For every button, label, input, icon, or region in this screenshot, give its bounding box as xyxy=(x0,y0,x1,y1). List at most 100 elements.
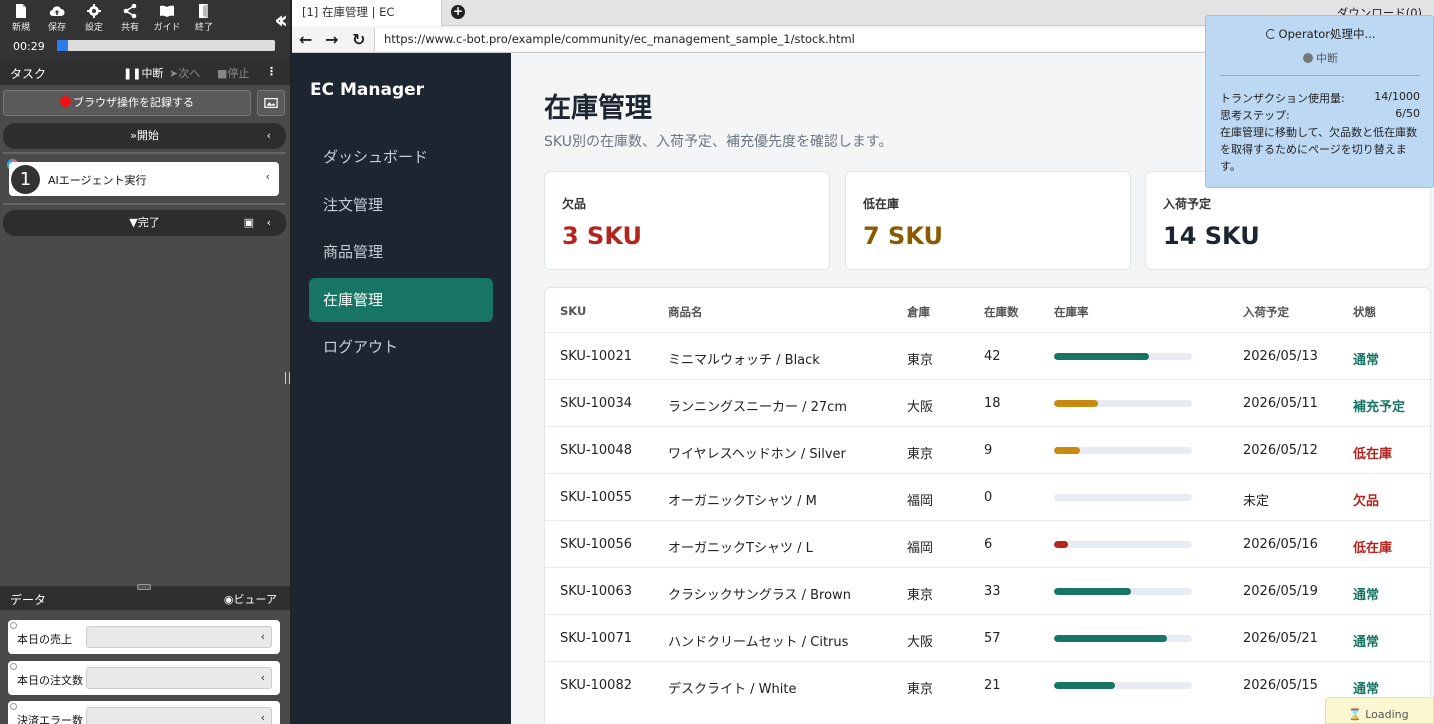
cell-wh: 東京 xyxy=(907,447,934,462)
stock-rate-fill xyxy=(1054,541,1068,548)
chevron-left-icon[interactable]: ‹ xyxy=(267,123,271,149)
back-icon[interactable]: ← xyxy=(299,30,312,49)
stop-icon: ■ xyxy=(217,67,228,80)
column-header[interactable]: 入荷予定 xyxy=(1243,304,1289,320)
table-row[interactable]: SKU-10056 オーガニックTシャツ / L 福岡 6 2026/05/16 低在庫 xyxy=(545,520,1430,567)
collapse-panel-icon[interactable]: ‹‹ xyxy=(274,6,288,34)
image-button[interactable] xyxy=(257,90,285,116)
stock-rate-bar xyxy=(1054,447,1192,454)
door-icon xyxy=(199,4,208,18)
browser-tab[interactable]: [1] 在庫管理 | EC Manager xyxy=(292,0,442,43)
book-icon xyxy=(160,5,174,17)
next-icon: ➤ xyxy=(169,67,179,80)
stop-button[interactable]: ■停止 xyxy=(217,65,249,81)
status-badge: 欠品 xyxy=(1353,494,1380,509)
data-value-field[interactable]: ‹ xyxy=(86,707,272,724)
settings-button[interactable]: 設定 xyxy=(77,3,111,33)
cell-eta: 未定 xyxy=(1243,494,1270,509)
column-header[interactable]: 商品名 xyxy=(668,304,703,320)
chevron-left-icon[interactable]: ‹ xyxy=(267,210,271,236)
table-row[interactable]: SKU-10082 デスクライト / White 東京 21 2026/05/15 通常 xyxy=(545,661,1430,708)
end-node[interactable]: ▼完了 ▣ ‹ xyxy=(3,210,286,236)
chevron-left-icon[interactable]: ‹ xyxy=(261,711,265,724)
cell-name: デスクライト / White xyxy=(668,682,797,697)
column-header[interactable]: 状態 xyxy=(1353,304,1376,320)
pin-icon xyxy=(10,703,17,710)
next-button[interactable]: ➤次へ xyxy=(169,65,200,81)
share-button[interactable]: 共有 xyxy=(113,3,147,33)
status-badge: 低在庫 xyxy=(1353,447,1393,462)
column-header[interactable]: 在庫率 xyxy=(1054,304,1089,320)
chevron-left-icon[interactable]: ‹ xyxy=(261,630,265,643)
run-progress-fill xyxy=(57,40,68,51)
loading-spinner-icon: ⌛ xyxy=(1348,708,1362,721)
table-row[interactable]: SKU-10034 ランニングスニーカー / 27cm 大阪 18 2026/05/11… xyxy=(545,379,1430,426)
stock-rate-bar xyxy=(1054,400,1192,407)
nav-dashboard[interactable]: ダッシュボード xyxy=(309,135,493,179)
cell-qty: 6 xyxy=(984,537,993,552)
stop-icon xyxy=(1303,53,1313,63)
stock-rate-fill xyxy=(1054,447,1081,454)
table-row[interactable]: SKU-10021 ミニマルウォッチ / Black 東京 42 2026/05/13 通… xyxy=(545,332,1430,379)
nav-logout[interactable]: ログアウト xyxy=(309,325,493,369)
save-button[interactable]: 保存 xyxy=(40,3,74,33)
table-row[interactable]: SKU-10048 ワイヤレスヘッドホン / Silver 東京 9 2026/05/1… xyxy=(545,426,1430,473)
forward-icon[interactable]: → xyxy=(325,30,338,49)
cell-name: オーガニックTシャツ / L xyxy=(668,541,813,556)
table-row[interactable]: SKU-10063 クラシックサングラス / Brown 東京 33 2026/05/1… xyxy=(545,567,1430,614)
new-tab-icon[interactable]: + xyxy=(451,5,465,19)
reload-icon[interactable]: ↻ xyxy=(352,30,365,49)
cell-wh: 大阪 xyxy=(907,400,934,415)
cell-wh: 東京 xyxy=(907,588,934,603)
table-row[interactable]: SKU-10055 オーガニックTシャツ / M 福岡 0 未定 欠品 xyxy=(545,473,1430,520)
table-row[interactable]: SKU-10071 ハンドクリームセット / Citrus 大阪 57 2026/05/… xyxy=(545,614,1430,661)
cell-eta: 2026/05/11 xyxy=(1243,396,1318,411)
share-icon xyxy=(123,3,137,19)
cell-name: ハンドクリームセット / Citrus xyxy=(668,635,849,650)
resize-grip[interactable] xyxy=(137,584,151,590)
data-value-field[interactable]: ‹ xyxy=(86,626,272,648)
viewer-button[interactable]: ◉ビューア xyxy=(224,591,277,607)
transaction-usage: トランザクション使用量: 14/1000 xyxy=(1220,90,1420,105)
column-header[interactable]: 在庫数 xyxy=(984,304,1019,320)
nav-inventory[interactable]: 在庫管理 xyxy=(309,278,493,322)
start-node[interactable]: »開始 ‹ xyxy=(3,123,286,149)
operator-panel: 新規 保存 設定 共有 ガイド 終了 ‹‹ 00:29 タスク ❚❚中断 ➤次へ… xyxy=(0,0,290,724)
cell-eta: 2026/05/15 xyxy=(1243,678,1318,693)
cell-qty: 57 xyxy=(984,631,1001,646)
pause-button[interactable]: ❚❚中断 xyxy=(123,65,163,81)
elapsed-timer: 00:29 xyxy=(13,40,45,53)
record-browser-button[interactable]: ブラウザ操作を記録する xyxy=(3,90,251,116)
cell-wh: 福岡 xyxy=(907,541,934,556)
data-value-field[interactable]: ‹ xyxy=(86,667,272,689)
guide-button[interactable]: ガイド xyxy=(150,3,184,33)
data-item[interactable]: 本日の注文数 ‹ xyxy=(8,661,280,695)
stat-value: 3 SKU xyxy=(562,222,643,250)
cell-sku: SKU-10021 xyxy=(560,349,632,364)
nav-orders[interactable]: 注文管理 xyxy=(309,183,493,227)
exit-button[interactable]: 終了 xyxy=(187,3,221,33)
record-dot-icon xyxy=(60,96,71,107)
operator-stop-button[interactable]: 中断 xyxy=(1206,50,1434,66)
new-button[interactable]: 新規 xyxy=(4,3,38,33)
nav-products[interactable]: 商品管理 xyxy=(309,230,493,274)
chevron-left-icon[interactable]: ‹ xyxy=(261,671,265,684)
more-menu-icon[interactable]: ⋮ xyxy=(266,65,277,78)
data-item[interactable]: 本日の売上 ‹ xyxy=(8,620,280,654)
cloud-upload-icon xyxy=(49,6,65,17)
cell-name: ランニングスニーカー / 27cm xyxy=(668,400,847,415)
data-header: データ ◉ビューア xyxy=(0,584,290,610)
stock-rate-fill xyxy=(1054,588,1132,595)
stat-value: 7 SKU xyxy=(863,222,944,250)
column-header[interactable]: 倉庫 xyxy=(907,304,930,320)
spinner-icon xyxy=(1265,29,1276,39)
data-item[interactable]: 決済エラー数 ‹ xyxy=(8,701,280,724)
page-subtitle: SKU別の在庫数、入荷予定、補充優先度を確認します。 xyxy=(544,134,893,150)
stock-rate-bar xyxy=(1054,682,1192,689)
camera-icon[interactable]: ▣ xyxy=(244,210,254,236)
cell-qty: 9 xyxy=(984,443,993,458)
step-card-ai-agent[interactable]: 1 AIエージェント実行 ‹ xyxy=(9,162,279,196)
cell-wh: 東京 xyxy=(907,682,934,697)
column-header[interactable]: SKU xyxy=(560,304,586,318)
chevron-left-icon[interactable]: ‹ xyxy=(266,170,270,183)
